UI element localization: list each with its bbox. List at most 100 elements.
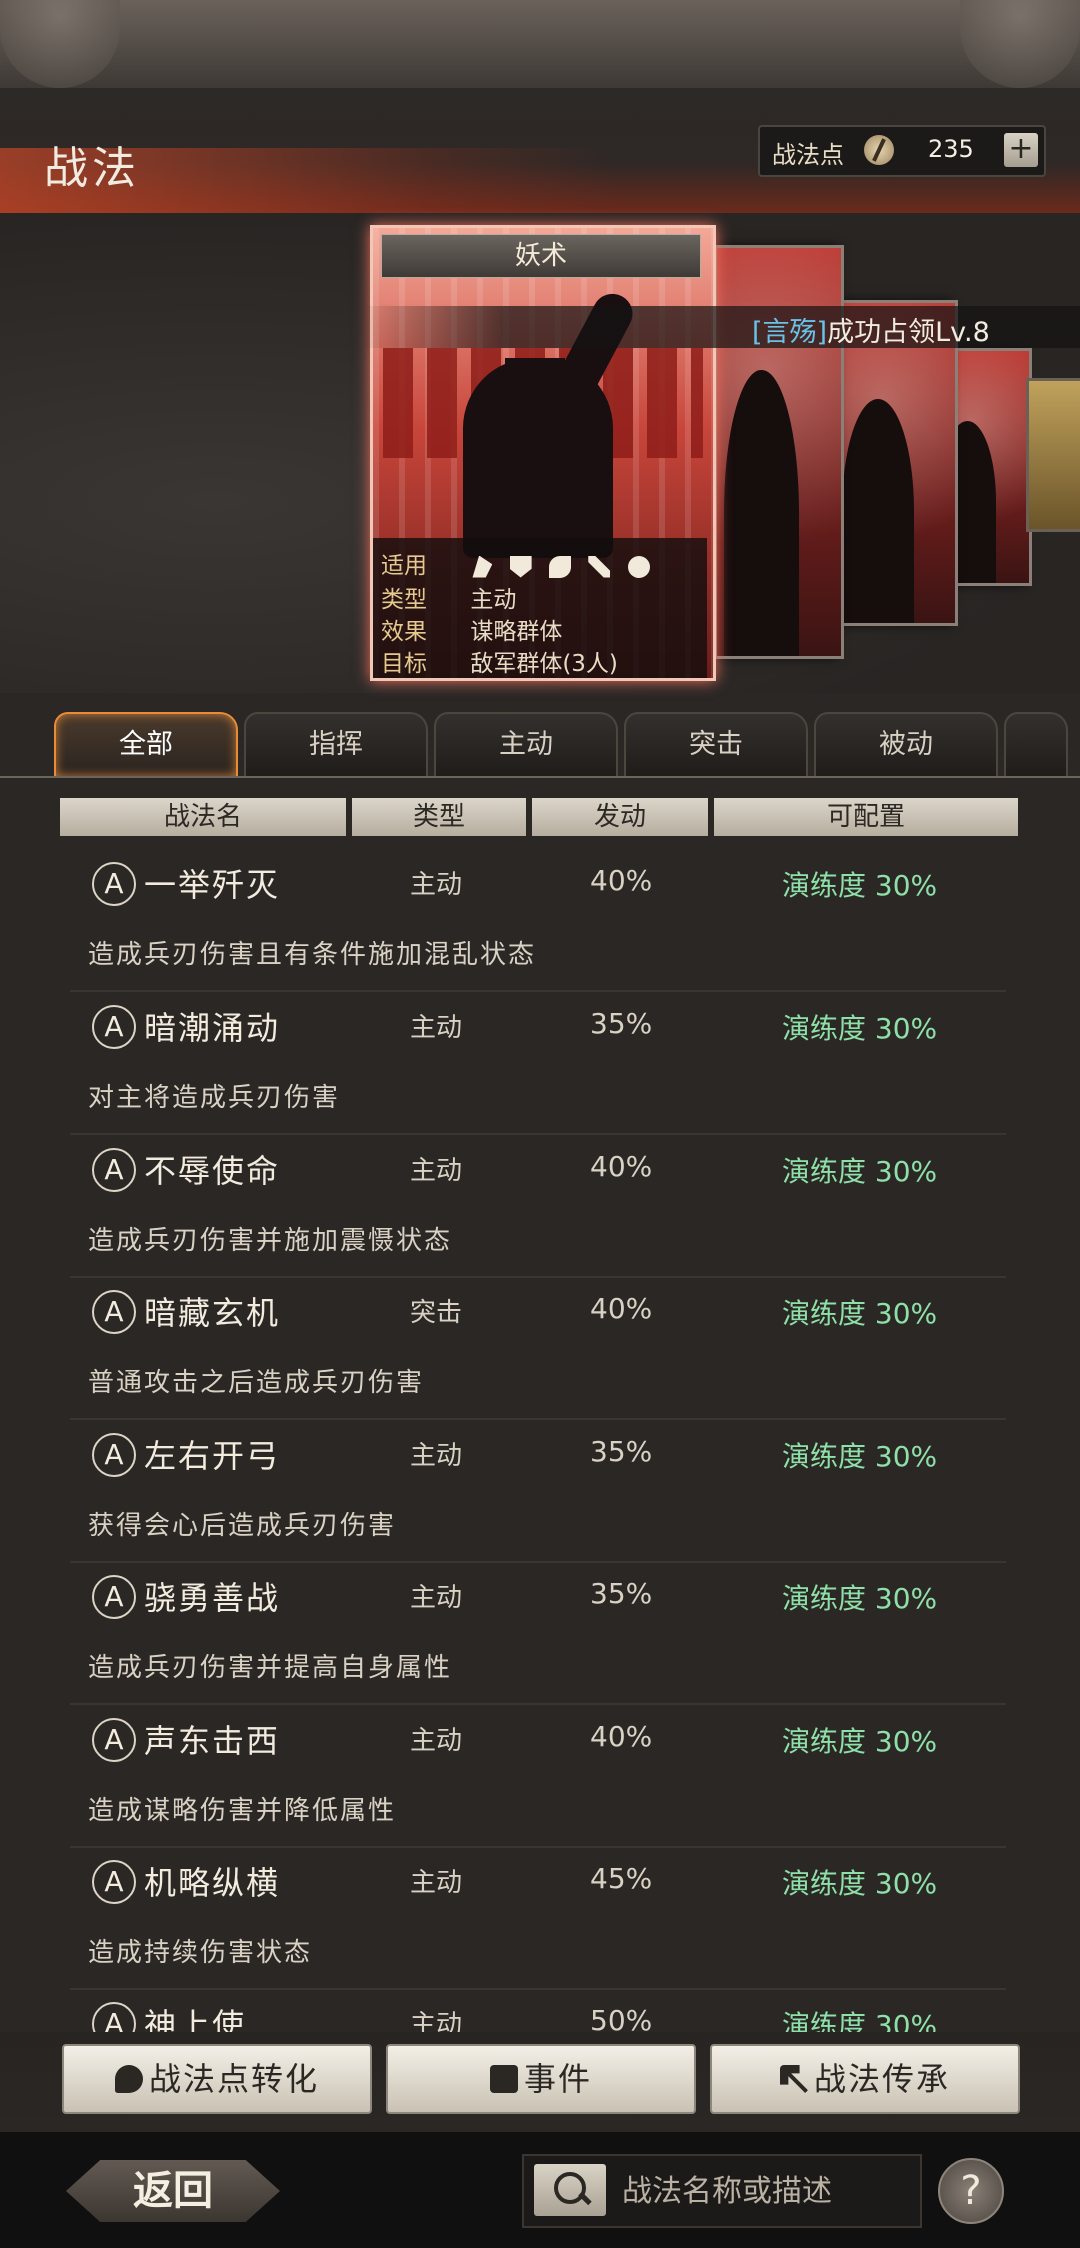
spear-icon	[588, 555, 611, 578]
column-header-type[interactable]: 类型	[352, 798, 526, 836]
tab-active[interactable]: 主动	[434, 712, 618, 778]
grade-badge: A	[92, 1148, 136, 1192]
card-row-value: 主动	[470, 587, 517, 613]
column-header-name[interactable]: 战法名	[60, 798, 346, 836]
skill-description: 造成谋略伤害并降低属性	[88, 1796, 397, 1826]
skill-name: 左右开弓	[144, 1437, 281, 1475]
skill-type-tabs: 全部 指挥 主动 突击 被动	[54, 712, 1080, 778]
flame-icon	[114, 2065, 143, 2093]
card-row-value: 敌军群体(3人)	[470, 651, 618, 677]
skill-description: 造成持续伤害状态	[88, 1938, 313, 1968]
column-header-rate[interactable]: 发动	[532, 798, 708, 836]
convert-points-label: 战法点转化	[148, 2060, 319, 2098]
skill-description: 造成兵刃伤害并提高自身属性	[88, 1653, 453, 1683]
inherit-skill-label: 战法传承	[813, 2060, 950, 2098]
grade-badge: A	[92, 1290, 136, 1334]
skill-name: 一举歼灭	[144, 866, 281, 904]
search-button[interactable]	[534, 2164, 606, 2216]
grade-badge: A	[92, 1860, 136, 1904]
skill-proficiency: 演练度 30%	[782, 1440, 938, 1473]
skill-row[interactable]: A 左右开弓 主动 35% 演练度 30% 获得会心后造成兵刃伤害	[70, 1421, 1006, 1563]
featured-skill-card[interactable]: 妖术 适用 类型 主动 效果 谋略群体 目标 敌军群体(3人)	[370, 225, 716, 681]
tab-passive[interactable]: 被动	[814, 712, 998, 778]
skill-rate: 40%	[590, 1292, 653, 1325]
skill-rate: 40%	[590, 1720, 653, 1753]
add-points-button[interactable]: +	[1004, 133, 1038, 167]
skill-name: 声东击西	[144, 1722, 281, 1760]
skill-name: 暗藏玄机	[144, 1294, 281, 1332]
tab-more[interactable]	[1004, 712, 1068, 778]
card-row-applicable: 适用	[381, 546, 660, 580]
skill-proficiency: 演练度 30%	[782, 2009, 938, 2032]
skill-description: 普通攻击之后造成兵刃伤害	[88, 1368, 425, 1398]
skill-proficiency: 演练度 30%	[782, 1012, 938, 1045]
skill-name: 机略纵横	[144, 1864, 281, 1902]
grade-badge: A	[92, 1433, 136, 1477]
grade-badge: A	[92, 862, 136, 906]
skill-row[interactable]: A 不辱使命 主动 40% 演练度 30% 造成兵刃伤害并施加震慑状态	[70, 1136, 1006, 1278]
skill-type: 突击	[410, 1298, 463, 1328]
card-row-target: 目标 敌军群体(3人)	[381, 644, 618, 678]
inherit-skill-button[interactable]: 战法传承	[710, 2044, 1020, 2114]
column-header-config[interactable]: 可配置	[714, 798, 1018, 836]
skill-type: 主动	[410, 1868, 463, 1898]
footer-bar: 返回 ?	[0, 2132, 1080, 2248]
events-button[interactable]: 事件	[386, 2044, 696, 2114]
skill-proficiency: 演练度 30%	[782, 1725, 938, 1758]
skill-proficiency: 演练度 30%	[782, 1155, 938, 1188]
skill-card-thumb[interactable]	[1026, 378, 1080, 532]
cloud-ornament	[960, 0, 1080, 88]
tab-all[interactable]: 全部	[54, 712, 238, 778]
tab-assault[interactable]: 突击	[624, 712, 808, 778]
page-title: 战法	[44, 143, 140, 194]
skill-type: 主动	[410, 1441, 463, 1471]
skill-list[interactable]: A 一举歼灭 主动 40% 演练度 30% 造成兵刃伤害且有条件施加混乱状态 A…	[0, 850, 1080, 2032]
skill-points-box: 战法点 235 +	[758, 125, 1046, 177]
skill-row[interactable]: A 一举歼灭 主动 40% 演练度 30% 造成兵刃伤害且有条件施加混乱状态	[70, 850, 1006, 992]
skill-description: 获得会心后造成兵刃伤害	[88, 1511, 397, 1541]
card-row-key: 目标	[381, 651, 427, 677]
alert-icon	[489, 2065, 518, 2093]
divider	[0, 776, 1080, 778]
skill-type: 主动	[410, 2010, 463, 2032]
cloud-ornament	[0, 0, 120, 88]
events-label: 事件	[523, 2060, 592, 2098]
skill-proficiency: 演练度 30%	[782, 1867, 938, 1900]
skill-row[interactable]: A 神上使 主动 50% 演练度 30%	[70, 1990, 1006, 2032]
help-button[interactable]: ?	[938, 2158, 1004, 2224]
skill-name: 暗潮涌动	[144, 1009, 281, 1047]
card-row-key: 效果	[381, 619, 427, 645]
skill-row[interactable]: A 暗潮涌动 主动 35% 演练度 30% 对主将造成兵刃伤害	[70, 993, 1006, 1135]
featured-card-info: 适用 类型 主动 效果 谋略群体 目标 敌军群体(3人)	[373, 538, 707, 678]
skill-name: 不辱使命	[144, 1152, 281, 1190]
skill-description: 对主将造成兵刃伤害	[88, 1083, 341, 1113]
skill-type: 主动	[410, 1583, 463, 1613]
shield-icon	[509, 555, 532, 578]
skill-row[interactable]: A 暗藏玄机 突击 40% 演练度 30% 普通攻击之后造成兵刃伤害	[70, 1278, 1006, 1420]
tab-command[interactable]: 指挥	[244, 712, 428, 778]
skill-proficiency: 演练度 30%	[782, 869, 938, 902]
card-row-key: 类型	[381, 587, 427, 613]
points-label: 战法点	[772, 141, 844, 169]
skill-row[interactable]: A 机略纵横 主动 45% 演练度 30% 造成持续伤害状态	[70, 1848, 1006, 1990]
grade-badge: A	[92, 1718, 136, 1762]
skill-name: 骁勇善战	[144, 1579, 281, 1617]
grade-badge: A	[92, 2002, 136, 2032]
skill-proficiency: 演练度 30%	[782, 1582, 938, 1615]
owner-status: 成功占领Lv.8	[827, 317, 990, 348]
skill-row[interactable]: A 声东击西 主动 40% 演练度 30% 造成谋略伤害并降低属性	[70, 1706, 1006, 1848]
featured-card-title: 妖术	[381, 234, 701, 278]
brush-icon	[864, 135, 894, 165]
skill-name: 神上使	[144, 2006, 247, 2032]
skill-description: 造成兵刃伤害且有条件施加混乱状态	[88, 940, 537, 970]
grade-badge: A	[92, 1575, 136, 1619]
grade-badge: A	[92, 1005, 136, 1049]
search-input[interactable]	[620, 2162, 914, 2220]
hammer-icon	[779, 2065, 808, 2093]
skill-type: 主动	[410, 870, 463, 900]
back-button[interactable]: 返回	[66, 2160, 280, 2222]
convert-points-button[interactable]: 战法点转化	[62, 2044, 372, 2114]
skill-description: 造成兵刃伤害并施加震慑状态	[88, 1226, 453, 1256]
skill-row[interactable]: A 骁勇善战 主动 35% 演练度 30% 造成兵刃伤害并提高自身属性	[70, 1563, 1006, 1705]
search-box	[522, 2154, 922, 2228]
